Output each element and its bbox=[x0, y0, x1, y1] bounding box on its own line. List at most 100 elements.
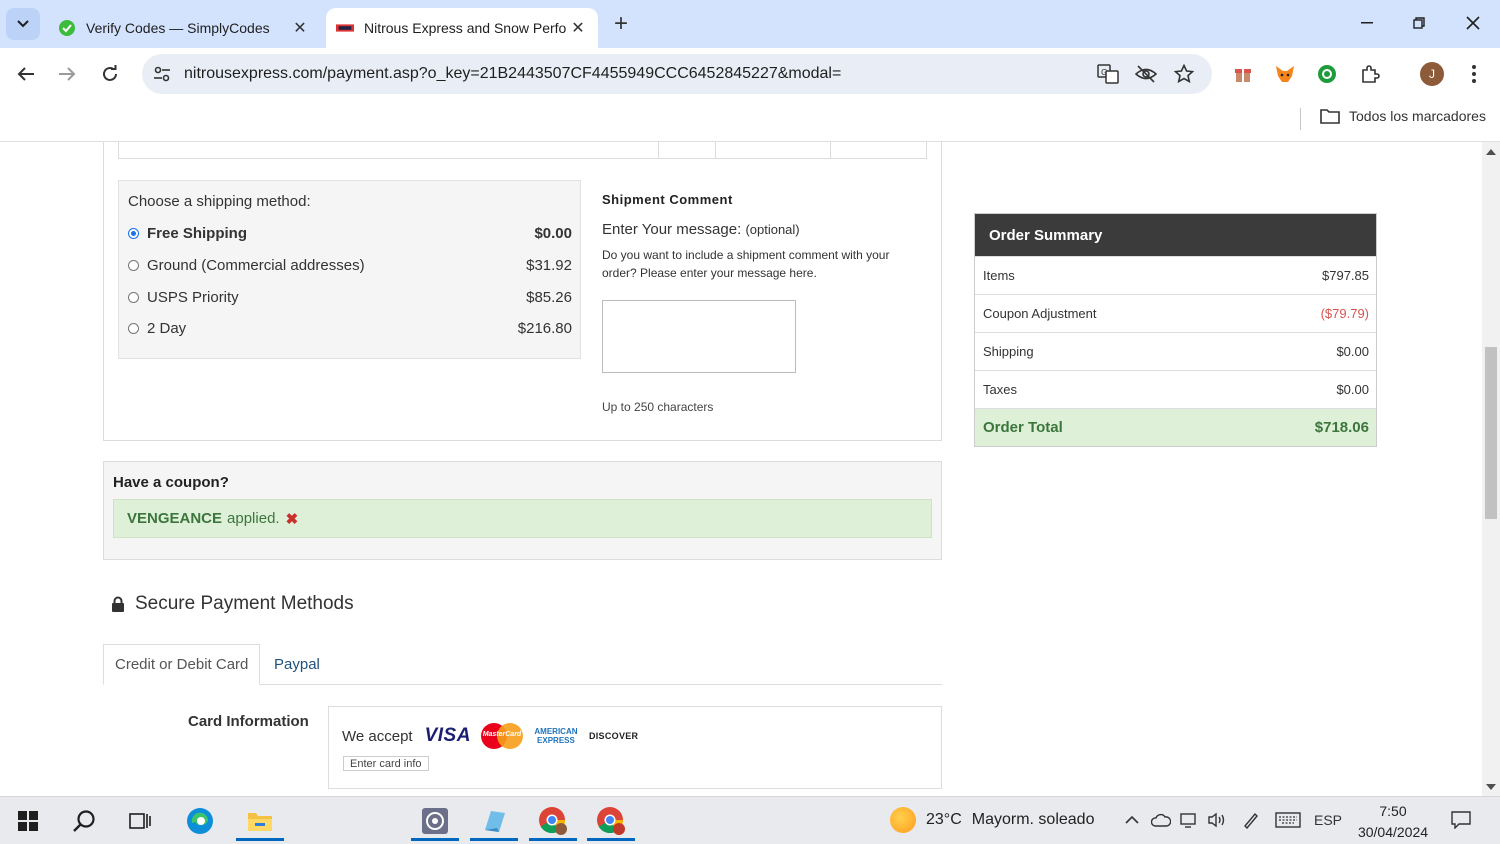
start-button[interactable] bbox=[8, 801, 48, 841]
star-bookmark-icon[interactable] bbox=[1172, 62, 1196, 86]
coupon-status: applied. bbox=[227, 510, 280, 527]
summary-value: $0.00 bbox=[1336, 382, 1369, 397]
show-hidden-icons-button[interactable] bbox=[1122, 809, 1142, 831]
summary-value: $797.85 bbox=[1322, 268, 1369, 283]
shipping-option-label: Ground (Commercial addresses) bbox=[147, 256, 365, 274]
extension-gift-icon[interactable] bbox=[1229, 60, 1257, 88]
back-button[interactable] bbox=[10, 58, 42, 90]
shipping-radio[interactable] bbox=[128, 291, 139, 303]
profile-avatar[interactable]: J bbox=[1418, 60, 1446, 88]
task-view-icon bbox=[129, 813, 151, 829]
nitrous-favicon-icon bbox=[336, 19, 354, 37]
weather-widget[interactable]: 23°C Mayorm. soleado bbox=[890, 807, 1094, 833]
shipping-radio[interactable] bbox=[128, 322, 139, 334]
address-bar[interactable]: nitrousexpress.com/payment.asp?o_key=21B… bbox=[142, 54, 1212, 94]
minimize-button[interactable] bbox=[1340, 0, 1394, 46]
search-button[interactable] bbox=[64, 801, 104, 841]
search-icon bbox=[73, 810, 95, 832]
all-bookmarks-button[interactable]: Todos los marcadores bbox=[1320, 108, 1486, 124]
file-explorer-app[interactable] bbox=[236, 801, 284, 841]
chrome-app-profile-s[interactable] bbox=[587, 801, 635, 841]
translate-icon[interactable]: G bbox=[1096, 62, 1120, 86]
system-clock[interactable]: 7:50 30/04/2024 bbox=[1352, 801, 1434, 843]
scroll-down-arrow-icon[interactable] bbox=[1486, 784, 1496, 790]
notifications-icon[interactable] bbox=[1450, 809, 1472, 831]
chrome-app-profile-j[interactable] bbox=[529, 801, 577, 841]
notepad-icon bbox=[485, 811, 505, 832]
enter-card-info-button[interactable]: Enter card info bbox=[343, 756, 429, 771]
onedrive-icon[interactable] bbox=[1150, 809, 1172, 831]
coupon-section: Have a coupon? VENGEANCE applied. ✖ bbox=[103, 461, 942, 560]
tab-paypal[interactable]: Paypal bbox=[263, 644, 331, 685]
shipping-option-price: $216.80 bbox=[517, 319, 572, 337]
shipping-heading: Choose a shipping method: bbox=[128, 193, 311, 210]
edge-app[interactable] bbox=[180, 801, 220, 841]
summary-row-items: Items $797.85 bbox=[975, 256, 1376, 294]
summary-label: Shipping bbox=[983, 344, 1034, 359]
eye-slash-icon[interactable] bbox=[1134, 62, 1158, 86]
comment-textarea[interactable] bbox=[602, 300, 796, 373]
input-language[interactable]: ESP bbox=[1314, 809, 1342, 831]
network-icon[interactable] bbox=[1178, 809, 1200, 831]
shipping-radio[interactable] bbox=[128, 259, 139, 271]
comment-prompt: Enter Your message: (optional) bbox=[602, 221, 922, 238]
shipping-option-label: USPS Priority bbox=[147, 288, 239, 306]
app-tor[interactable] bbox=[411, 801, 459, 841]
close-tab-icon[interactable]: ✕ bbox=[288, 16, 312, 40]
browser-menu-icon[interactable] bbox=[1460, 60, 1488, 88]
clock-time: 7:50 bbox=[1379, 803, 1407, 819]
reload-button[interactable] bbox=[94, 58, 126, 90]
screen: Verify Codes — SimplyCodes ✕ Nitrous Exp… bbox=[0, 0, 1500, 844]
coupon-applied-alert: VENGEANCE applied. ✖ bbox=[113, 499, 932, 538]
running-indicator bbox=[587, 838, 635, 841]
shipping-option-usps[interactable]: USPS Priority $85.26 bbox=[128, 285, 572, 309]
scroll-up-arrow-icon[interactable] bbox=[1486, 149, 1496, 155]
running-indicator bbox=[470, 838, 518, 841]
extension-green-icon[interactable] bbox=[1313, 60, 1341, 88]
task-view-button[interactable] bbox=[120, 801, 160, 841]
restore-button[interactable] bbox=[1392, 0, 1446, 46]
comment-title: Shipment Comment bbox=[602, 192, 733, 207]
weather-temp: 23°C bbox=[926, 811, 962, 828]
visa-logo-icon: VISA bbox=[424, 725, 471, 746]
metamask-fox-icon[interactable] bbox=[1271, 60, 1299, 88]
volume-icon[interactable] bbox=[1206, 809, 1228, 831]
summary-row-total: Order Total $718.06 bbox=[975, 408, 1376, 446]
forward-button[interactable] bbox=[51, 58, 83, 90]
tab-simplycodes[interactable]: Verify Codes — SimplyCodes ✕ bbox=[48, 8, 320, 48]
tab-title: Verify Codes — SimplyCodes bbox=[86, 20, 270, 36]
clock-date: 30/04/2024 bbox=[1357, 824, 1429, 840]
avatar: J bbox=[1420, 62, 1444, 86]
keyboard-icon[interactable] bbox=[1274, 809, 1302, 831]
extensions-puzzle-icon[interactable] bbox=[1356, 60, 1384, 88]
shipping-option-price: $31.92 bbox=[526, 256, 572, 274]
new-tab-button[interactable]: + bbox=[606, 10, 636, 38]
tab-nitrous-express[interactable]: Nitrous Express and Snow Perfo ✕ bbox=[326, 8, 598, 48]
chrome-icon bbox=[597, 807, 625, 835]
arrow-right-icon bbox=[59, 67, 76, 81]
tab-search-button[interactable] bbox=[6, 8, 40, 40]
close-tab-icon[interactable]: ✕ bbox=[566, 16, 590, 40]
running-indicator bbox=[529, 838, 577, 841]
sun-cloud-icon bbox=[890, 807, 916, 833]
tab-strip: Verify Codes — SimplyCodes ✕ Nitrous Exp… bbox=[0, 0, 1500, 48]
shipping-radio[interactable] bbox=[128, 227, 139, 239]
close-window-button[interactable] bbox=[1446, 0, 1500, 46]
simplycodes-favicon-icon bbox=[58, 19, 76, 37]
url-text[interactable]: nitrousexpress.com/payment.asp?o_key=21B… bbox=[184, 65, 841, 83]
remove-coupon-icon[interactable]: ✖ bbox=[286, 510, 299, 528]
site-settings-icon[interactable] bbox=[150, 62, 174, 86]
accepted-cards: We accept VISA MasterCard AMERICAN EXPRE… bbox=[342, 723, 638, 749]
shipping-option-ground[interactable]: Ground (Commercial addresses) $31.92 bbox=[128, 253, 572, 277]
shipping-option-2day[interactable]: 2 Day $216.80 bbox=[128, 316, 572, 340]
order-summary-title: Order Summary bbox=[975, 214, 1376, 256]
arrow-left-icon bbox=[17, 67, 34, 81]
restore-icon bbox=[1413, 17, 1425, 29]
browser-toolbar: nitrousexpress.com/payment.asp?o_key=21B… bbox=[0, 48, 1500, 100]
pen-icon[interactable] bbox=[1240, 809, 1262, 831]
app-notes[interactable] bbox=[470, 801, 518, 841]
tab-credit-card[interactable]: Credit or Debit Card bbox=[103, 644, 261, 685]
shipping-option-free[interactable]: Free Shipping $0.00 bbox=[128, 221, 572, 245]
scroll-thumb[interactable] bbox=[1485, 347, 1497, 519]
page-scrollbar[interactable] bbox=[1482, 142, 1500, 796]
